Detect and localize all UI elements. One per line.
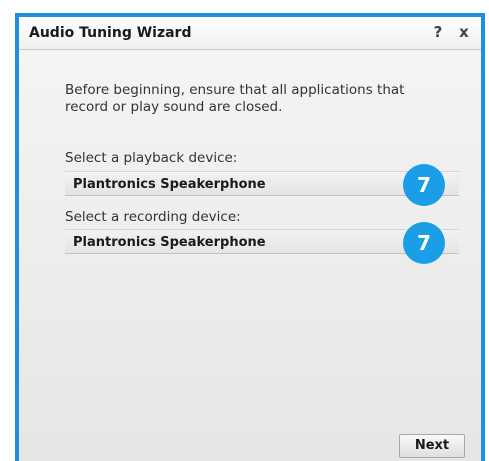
recording-device-value: Plantronics Speakerphone [73, 235, 266, 250]
close-button[interactable]: x [455, 23, 473, 43]
intro-text: Before beginning, ensure that all applic… [65, 82, 405, 115]
wizard-body: Before beginning, ensure that all applic… [19, 50, 481, 461]
playback-device-select[interactable]: Plantronics Speakerphone 7 [65, 164, 459, 206]
help-button[interactable]: ? [429, 23, 447, 43]
recording-device-label: Select a recording device: [65, 209, 241, 225]
next-button[interactable]: Next [399, 434, 465, 458]
audio-tuning-wizard-window: Audio Tuning Wizard ? x Before beginning… [15, 13, 485, 461]
callout-badge-playback: 7 [403, 164, 445, 206]
title-bar: Audio Tuning Wizard ? x [19, 17, 481, 50]
playback-device-value: Plantronics Speakerphone [73, 177, 266, 192]
window-title: Audio Tuning Wizard [29, 25, 192, 41]
playback-device-label: Select a playback device: [65, 150, 238, 166]
callout-badge-recording: 7 [403, 222, 445, 264]
recording-device-select[interactable]: Plantronics Speakerphone 7 [65, 222, 459, 264]
